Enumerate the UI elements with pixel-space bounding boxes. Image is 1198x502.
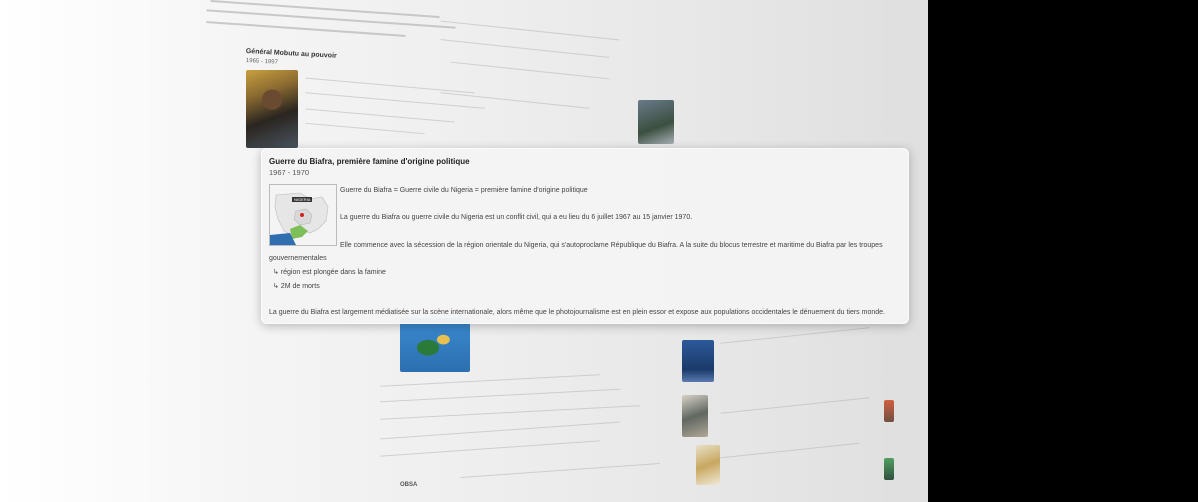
text-line (460, 463, 660, 478)
text-line (440, 39, 610, 58)
map-label: NIGERIA (292, 197, 313, 202)
text-line (305, 108, 455, 123)
text-line (450, 61, 610, 80)
text-line (380, 388, 620, 403)
paragraph-3-continued: gouvernementales (269, 255, 327, 262)
nigeria-map-icon (270, 185, 336, 245)
text-line (206, 21, 406, 37)
text-line (206, 9, 456, 29)
map-thumbnail (696, 445, 720, 485)
text-line (210, 0, 440, 19)
map-icon[interactable]: NIGERIA (269, 184, 337, 246)
text-line (380, 440, 600, 457)
world-map-image (400, 318, 470, 372)
text-line (380, 374, 600, 387)
photo-thumbnail (682, 395, 708, 437)
text-line (305, 122, 425, 135)
mobutu-portrait (246, 70, 298, 148)
event-popup-card[interactable]: Guerre du Biafra, première famine d'orig… (261, 148, 909, 324)
text-line (305, 77, 475, 94)
text-line (720, 327, 870, 344)
left-margin (0, 0, 210, 502)
paragraph-4: La guerre du Biafra est largement médiat… (269, 309, 885, 316)
text-line (440, 20, 620, 41)
photo-thumbnail (638, 100, 674, 144)
popup-dates: 1967 - 1970 (269, 168, 310, 177)
paragraph-2: La guerre du Biafra ou guerre civile du … (340, 214, 693, 221)
bullet-item: ↳ région est plongée dans la famine (273, 269, 386, 276)
paragraph-3: Elle commence avec la sécession de la ré… (340, 242, 883, 249)
black-background (928, 0, 1198, 502)
popup-title: Guerre du Biafra, première famine d'orig… (269, 157, 470, 166)
text-line (380, 421, 620, 440)
bullet-item: ↳ 2M de morts (273, 283, 320, 290)
section-dates: 1965 - 1997 (245, 58, 278, 66)
text-line (720, 397, 870, 414)
text-line (720, 442, 860, 459)
text-line (380, 405, 640, 420)
paragraph-1: Guerre du Biafra = Guerre civile du Nige… (340, 187, 588, 194)
photo-thumbnail (682, 340, 714, 382)
section-label: OBSA (400, 482, 418, 488)
photo-thumbnail (884, 400, 894, 422)
photo-thumbnail (884, 458, 894, 480)
